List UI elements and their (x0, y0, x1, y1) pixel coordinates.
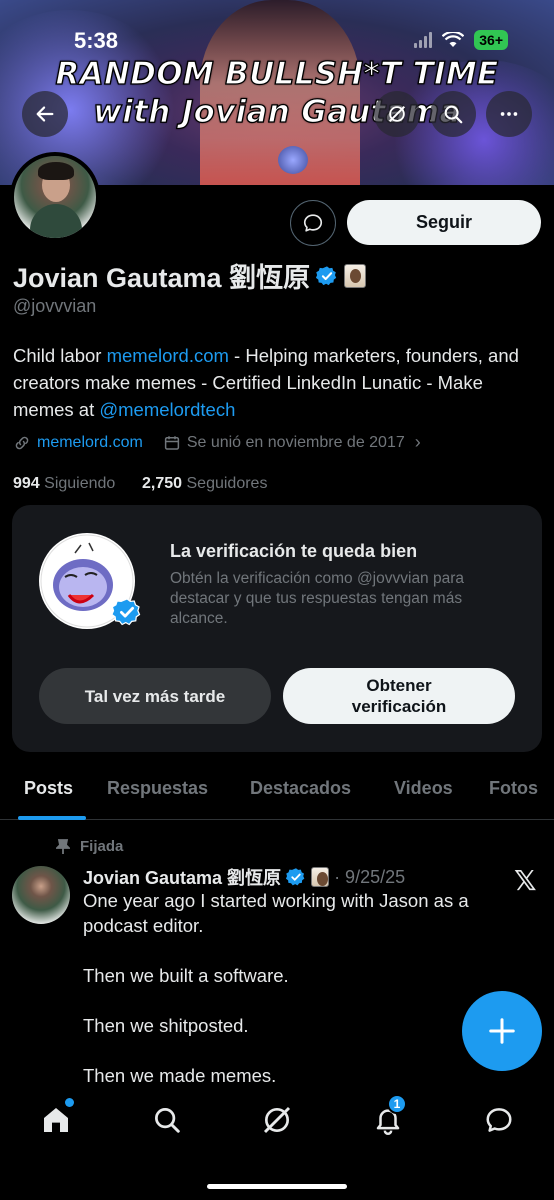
verified-badge-icon (316, 265, 337, 285)
home-icon (44, 1108, 68, 1132)
compose-button[interactable] (462, 991, 542, 1071)
back-button[interactable] (22, 91, 68, 137)
message-button[interactable] (290, 200, 336, 246)
bio-text-1: Child labor (13, 345, 107, 366)
unread-dot (65, 1098, 74, 1107)
following-link[interactable]: 994 Siguiendo (13, 475, 115, 492)
more-button[interactable] (486, 91, 532, 137)
calendar-icon (164, 435, 179, 450)
pinned-label: Fijada (80, 838, 124, 855)
chevron-right-icon[interactable]: › (415, 432, 421, 453)
profile-meta: memelord.com Se unió en noviembre de 201… (13, 432, 421, 453)
status-time: 5:38 (74, 28, 119, 53)
post-text: One year ago I started working with Jaso… (83, 888, 533, 1113)
battery-indicator: 36+ (474, 30, 508, 50)
status-icons: 36+ (414, 30, 508, 50)
bottom-nav: 1 (0, 1082, 554, 1200)
followers-link[interactable]: 2,750 Seguidores (142, 475, 267, 492)
tab-videos[interactable]: Videos (394, 778, 453, 799)
joined-date[interactable]: Se unió en noviembre de 2017 (187, 434, 405, 452)
profile-name-row: Jovian Gautama 劉恆原 (13, 256, 367, 295)
grok-button[interactable] (374, 91, 420, 137)
affiliate-badge-icon[interactable] (311, 867, 330, 887)
following-label: Siguiendo (44, 475, 116, 492)
wifi-icon (442, 32, 465, 47)
active-tab-indicator (18, 816, 86, 820)
nav-search[interactable] (147, 1100, 187, 1140)
verification-description: Obtén la verificación como @jovvvian par… (170, 570, 465, 627)
nav-grok[interactable] (257, 1100, 297, 1140)
post-paragraph: One year ago I started working with Jaso… (83, 890, 469, 936)
link-icon (15, 436, 29, 449)
profile-name: Jovian Gautama 劉恆原 (13, 263, 311, 293)
get-verified-label: Obtener verificación (351, 676, 447, 716)
tab-photos[interactable]: Fotos (489, 778, 538, 799)
grok-icon (388, 105, 406, 123)
notifications-badge: 1 (387, 1094, 407, 1114)
search-button[interactable] (430, 91, 476, 137)
plus-icon (489, 1018, 515, 1044)
get-verified-button[interactable]: Obtener verificación (283, 668, 515, 724)
post-avatar[interactable] (12, 866, 70, 924)
more-icon (500, 112, 518, 116)
verified-check-icon (112, 598, 141, 626)
followers-label: Seguidores (186, 475, 268, 492)
pinned-indicator: Fijada (56, 838, 123, 855)
pin-icon (56, 838, 70, 854)
message-bubble-icon (303, 214, 323, 232)
following-count: 994 (13, 475, 40, 492)
profile-avatar[interactable] (10, 152, 100, 242)
affiliate-badge-icon[interactable] (344, 263, 367, 288)
post-date: · 9/25/25 (334, 866, 406, 887)
tab-replies[interactable]: Respuestas (107, 778, 208, 799)
banner-title: RANDOM BULLSH*T TIME (55, 55, 499, 92)
search-icon (444, 105, 463, 124)
home-indicator (207, 1184, 347, 1189)
bio-link-memelordtech[interactable]: @memelordtech (99, 399, 235, 420)
nav-messages[interactable] (479, 1100, 519, 1140)
post-author[interactable]: Jovian Gautama 劉恆原 (83, 864, 281, 890)
tab-posts[interactable]: Posts (24, 778, 73, 799)
verification-card: La verificación te queda bien Obtén la v… (12, 505, 542, 752)
profile-bio: Child labor memelord.com - Helping marke… (13, 342, 533, 423)
follow-counts: 994 Siguiendo 2,750 Seguidores (13, 475, 267, 493)
tab-highlights[interactable]: Destacados (250, 778, 351, 799)
grok-icon (263, 1106, 291, 1134)
nav-home[interactable] (36, 1098, 76, 1140)
profile-handle: @jovvvian (13, 296, 97, 316)
signal-icon (414, 32, 433, 48)
verified-badge-icon (286, 868, 305, 886)
maybe-later-button[interactable]: Tal vez más tarde (39, 668, 271, 724)
followers-count: 2,750 (142, 475, 183, 492)
post-paragraph: Then we built a software. (83, 965, 289, 986)
nav-notifications[interactable]: 1 (368, 1094, 408, 1140)
post-header: Jovian Gautama 劉恆原 · 9/25/25 (83, 864, 405, 890)
search-icon (155, 1108, 180, 1133)
arrow-left-icon (36, 106, 54, 122)
bio-link-memelord[interactable]: memelord.com (107, 345, 229, 366)
follow-button[interactable]: Seguir (347, 200, 541, 245)
profile-tabs: Posts Respuestas Destacados Videos Fotos (0, 768, 554, 820)
website-link[interactable]: memelord.com (37, 434, 143, 452)
verification-title: La verificación te queda bien (170, 541, 418, 561)
message-bubble-icon (486, 1108, 512, 1132)
